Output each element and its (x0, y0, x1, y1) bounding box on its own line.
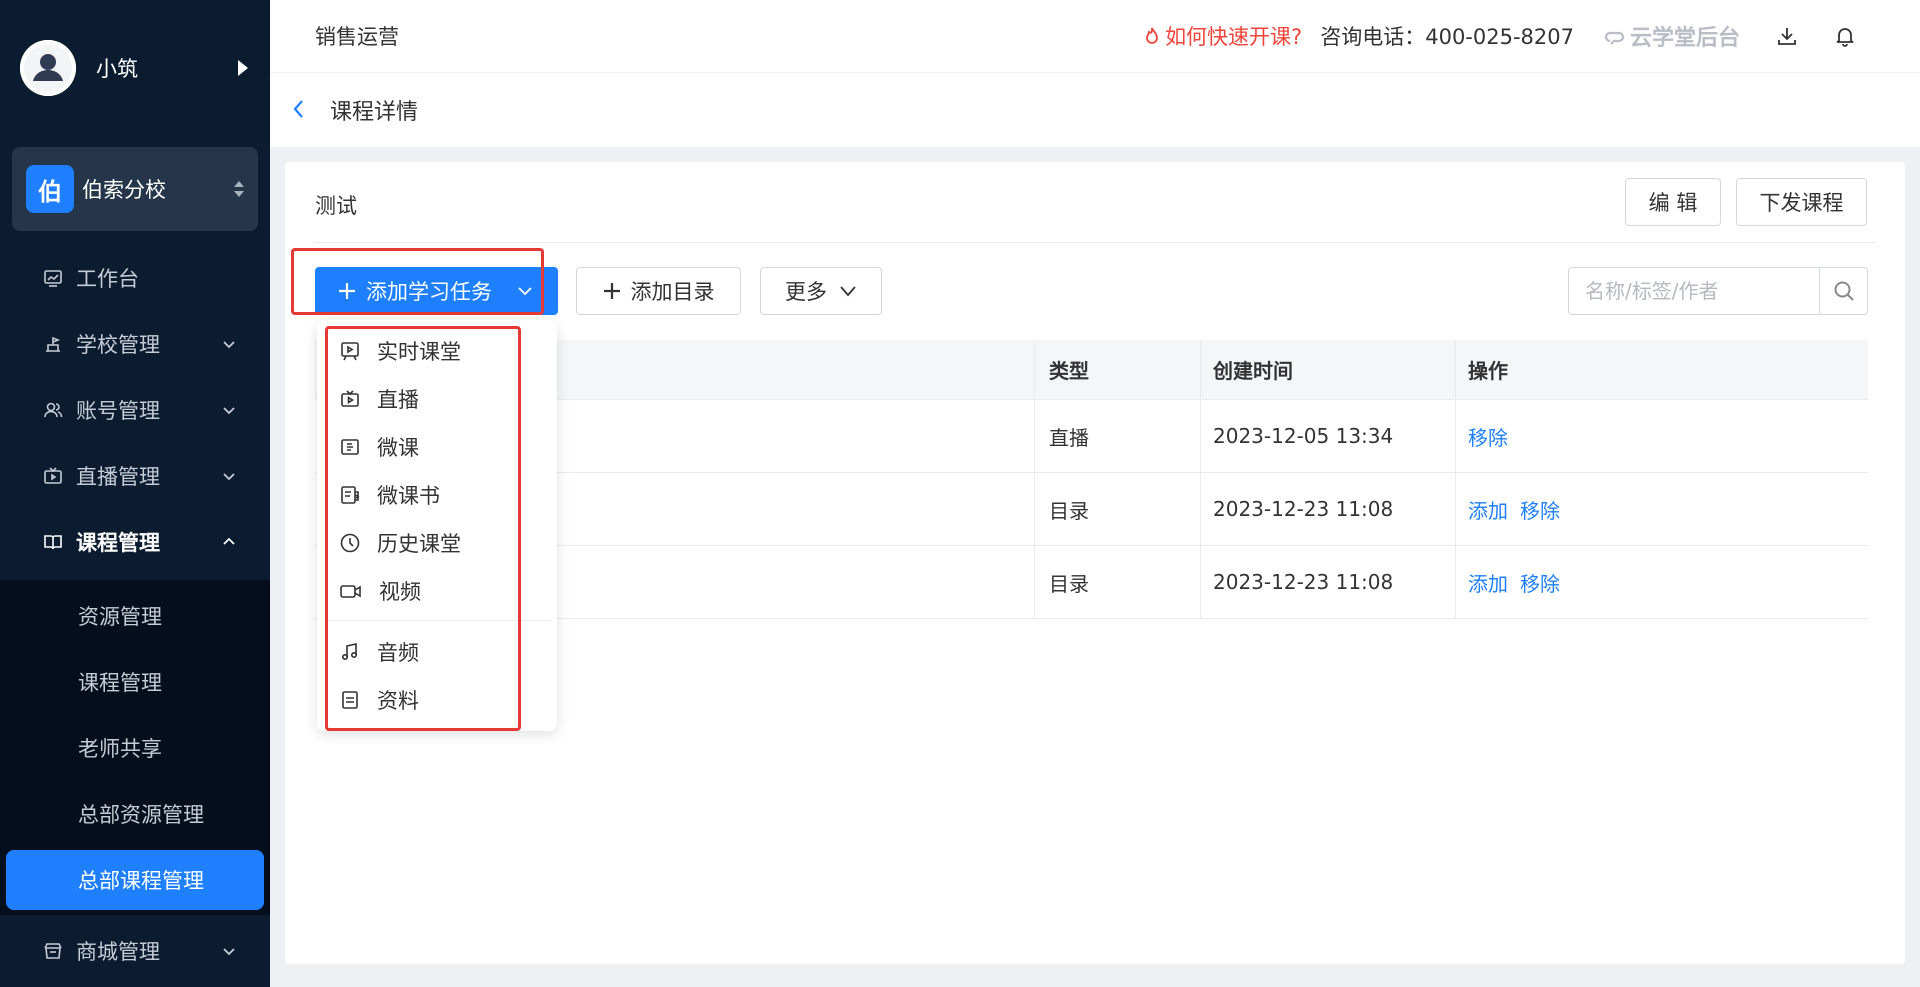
header-title: 销售运营 (315, 25, 399, 49)
search-icon (1834, 281, 1854, 301)
sort-arrows-icon (234, 181, 244, 197)
cell-created: 2023-12-05 13:34 (1201, 400, 1456, 472)
dropdown-item-live-classroom[interactable]: 实时课堂 (339, 331, 461, 371)
chevron-down-icon (223, 341, 235, 349)
sidebar-item-school[interactable]: 学校管理 (0, 314, 270, 374)
sidebar-item-courses[interactable]: 课程管理 (0, 512, 270, 572)
cell-type: 直播 (1035, 400, 1201, 472)
document-icon (342, 691, 358, 709)
more-button[interactable]: 更多 (760, 267, 882, 315)
chevron-up-icon (223, 537, 235, 545)
dropdown-divider (325, 620, 551, 621)
bell-icon (1836, 28, 1854, 47)
chevron-down-icon (223, 473, 235, 481)
help-link[interactable]: 如何快速开课? (1143, 21, 1302, 51)
search-input[interactable] (1569, 268, 1819, 314)
cell-created: 2023-12-23 11:08 (1201, 546, 1456, 618)
notifications-button[interactable] (1834, 25, 1856, 47)
chevron-down-icon (518, 287, 532, 296)
submenu-item-hq-courses[interactable]: 总部课程管理 (6, 850, 264, 910)
shop-icon (44, 943, 62, 959)
users-icon (44, 402, 63, 418)
chevron-down-icon (840, 286, 856, 297)
caret-right-icon[interactable] (238, 60, 248, 76)
micro-book-icon (341, 486, 360, 504)
dropdown-item-audio[interactable]: 音频 (339, 632, 419, 672)
dropdown-item-micro-book[interactable]: 微课书 (339, 475, 440, 515)
cell-created: 2023-12-23 11:08 (1201, 473, 1456, 545)
download-icon (1778, 28, 1796, 45)
sidebar-item-dashboard[interactable]: 工作台 (0, 248, 270, 308)
col-header-type: 类型 (1035, 340, 1201, 399)
submenu-item-hq-resources[interactable]: 总部资源管理 (6, 784, 264, 844)
chevron-down-icon (223, 948, 235, 956)
dropdown-item-video[interactable]: 视频 (339, 571, 421, 611)
col-header-created: 创建时间 (1201, 340, 1456, 399)
search-button[interactable] (1819, 268, 1867, 314)
dropdown-item-materials[interactable]: 资料 (339, 680, 419, 720)
download-button[interactable] (1776, 25, 1798, 47)
school-name: 伯索分校 (82, 178, 166, 202)
user-avatar-icon (20, 40, 76, 96)
back-button[interactable] (292, 99, 306, 119)
dropdown-item-micro-course[interactable]: 微课 (339, 427, 419, 467)
page-title: 课程详情 (330, 100, 419, 125)
chevron-down-icon (223, 407, 235, 415)
consult-phone: 咨询电话：400-025-8207 (1320, 25, 1574, 49)
micro-course-icon (341, 439, 359, 455)
cell-actions: 添加 移除 (1456, 473, 1868, 545)
video-icon (340, 585, 361, 598)
clock-icon (340, 533, 360, 553)
search-box (1568, 267, 1868, 315)
classroom-icon (341, 342, 359, 361)
remove-link[interactable]: 移除 (1520, 495, 1560, 524)
submenu-item-courses[interactable]: 课程管理 (6, 652, 264, 712)
remove-link[interactable]: 移除 (1520, 568, 1560, 597)
divider (315, 242, 1875, 243)
tv-icon (341, 390, 359, 407)
dropdown-item-live[interactable]: 直播 (339, 379, 419, 419)
add-directory-button[interactable]: 添加目录 (576, 267, 741, 315)
submenu-item-teacher-share[interactable]: 老师共享 (6, 718, 264, 778)
avatar (20, 40, 76, 96)
chevron-left-icon (293, 100, 303, 118)
cloud-logo-icon (1604, 31, 1625, 45)
sidebar-item-mall[interactable]: 商城管理 (0, 921, 270, 981)
brand-logo: 云学堂后台 (1604, 20, 1740, 52)
add-link[interactable]: 添加 (1468, 495, 1508, 524)
breadcrumb: 课程详情 (270, 73, 1920, 147)
top-header: 销售运营 如何快速开课? 咨询电话：400-025-8207 云学堂后台 (270, 0, 1920, 72)
plus-icon (339, 283, 355, 299)
remove-link[interactable]: 移除 (1468, 422, 1508, 451)
col-header-actions: 操作 (1468, 359, 1508, 383)
music-icon (341, 643, 358, 661)
school-switcher[interactable]: 伯 伯索分校 (12, 147, 258, 231)
school-badge: 伯 (26, 165, 74, 213)
course-submenu: 资源管理 课程管理 老师共享 总部资源管理 总部课程管理 (0, 580, 270, 915)
distribute-course-button[interactable]: 下发课程 (1736, 178, 1867, 226)
dropdown-item-history-classroom[interactable]: 历史课堂 (339, 523, 461, 563)
add-link[interactable]: 添加 (1468, 568, 1508, 597)
cell-type: 目录 (1035, 473, 1201, 545)
flame-icon (1146, 27, 1158, 44)
course-name: 测试 (315, 194, 357, 218)
user-name: 小筑 (96, 57, 138, 81)
live-icon (44, 467, 62, 484)
submenu-item-resources[interactable]: 资源管理 (6, 586, 264, 646)
cell-actions: 添加 移除 (1456, 546, 1868, 618)
plus-icon (603, 283, 620, 299)
sidebar: 小筑 伯 伯索分校 工作台 学校管理 账号管理 直播管理 课程管理 资源管理 课… (0, 0, 270, 987)
task-type-dropdown: 实时课堂 直播 微课 微课书 历史课堂 视频 音频 资料 (317, 320, 557, 731)
cell-type: 目录 (1035, 546, 1201, 618)
book-icon (44, 535, 62, 550)
cell-actions: 移除 (1456, 400, 1868, 472)
sidebar-item-live[interactable]: 直播管理 (0, 446, 270, 506)
sidebar-item-accounts[interactable]: 账号管理 (0, 380, 270, 440)
add-learning-task-button[interactable]: 添加学习任务 (315, 267, 558, 315)
edit-button[interactable]: 编 辑 (1625, 178, 1721, 226)
user-profile[interactable]: 小筑 (20, 38, 260, 98)
dashboard-icon (44, 270, 62, 287)
school-icon (46, 336, 61, 352)
